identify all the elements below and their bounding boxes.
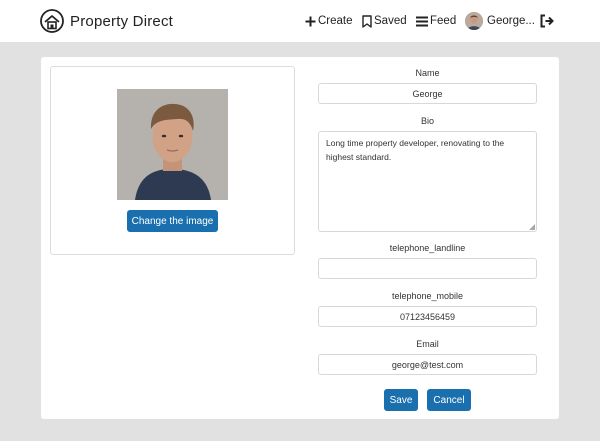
home-logo-icon (40, 9, 64, 33)
profile-photo (117, 89, 228, 200)
mobile-label: telephone_mobile (391, 291, 464, 301)
bookmark-icon (362, 14, 372, 28)
change-image-button[interactable]: Change the image (127, 210, 218, 232)
menu-icon (416, 16, 428, 26)
name-input[interactable]: George (318, 83, 537, 104)
nav-saved[interactable]: Saved (362, 10, 407, 32)
nav-create-label: Create (318, 15, 353, 27)
plus-icon (305, 16, 316, 26)
top-navbar: Property Direct Create Saved Feed George… (0, 0, 600, 42)
nav-feed-label: Feed (430, 15, 457, 27)
email-input[interactable]: george@test.com (318, 354, 537, 375)
landline-input[interactable] (318, 258, 537, 279)
bio-label: Bio (420, 116, 434, 126)
brand-name: Property Direct (70, 12, 174, 30)
cancel-button[interactable]: Cancel (427, 389, 471, 411)
bio-text: Long time property developer, renovating… (326, 138, 505, 162)
resize-handle-icon[interactable] (529, 224, 535, 230)
bio-textarea[interactable]: Long time property developer, renovating… (318, 131, 537, 232)
email-label: Email (416, 339, 439, 349)
mobile-input[interactable]: 07123456459 (318, 306, 537, 327)
nav-user-label: George... (487, 15, 535, 27)
brand-link[interactable]: Property Direct (39, 9, 173, 33)
name-label: Name (415, 68, 440, 78)
nav-feed[interactable]: Feed (416, 10, 456, 32)
save-button[interactable]: Save (384, 389, 418, 411)
nav-create[interactable]: Create (305, 10, 353, 32)
landline-label: telephone_landline (389, 243, 466, 253)
avatar (465, 12, 483, 30)
logout-icon[interactable] (540, 14, 554, 28)
nav-saved-label: Saved (374, 15, 407, 27)
nav-user-profile[interactable]: George... (465, 10, 535, 32)
